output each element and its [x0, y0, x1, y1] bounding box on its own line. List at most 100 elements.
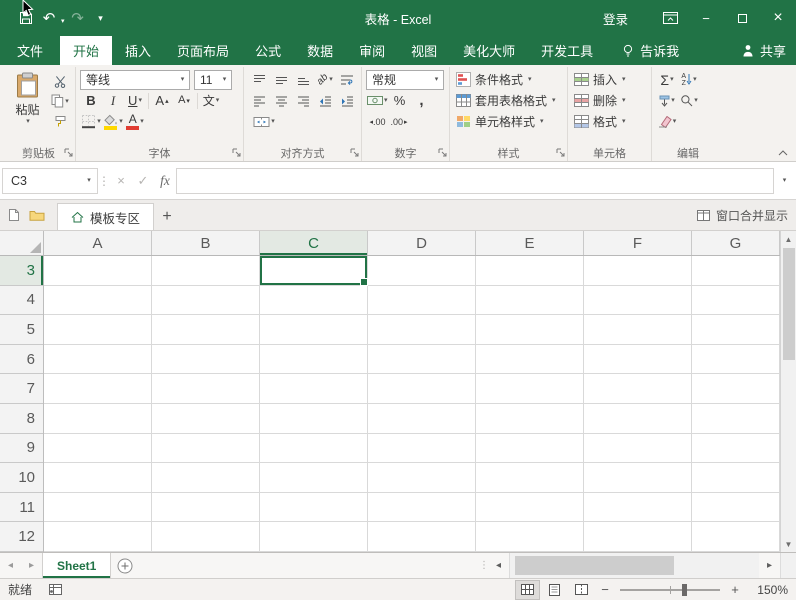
row-header-10[interactable]: 10 [0, 463, 43, 493]
tab-split-handle[interactable]: ⋮ [479, 553, 489, 578]
tab-view[interactable]: 视图 [398, 36, 450, 65]
cell-E10[interactable] [476, 463, 584, 493]
align-top-button[interactable] [249, 70, 269, 90]
cell-A10[interactable] [44, 463, 152, 493]
open-folder-icon[interactable] [29, 209, 45, 221]
name-box[interactable]: C3 ▾ [2, 167, 98, 194]
next-sheet-icon[interactable]: ▸ [21, 553, 42, 578]
tab-file[interactable]: 文件 [0, 36, 60, 65]
scroll-left-icon[interactable]: ◂ [488, 553, 509, 578]
cell-B8[interactable] [152, 404, 260, 434]
zoom-in-button[interactable]: + [726, 582, 744, 597]
cell-B6[interactable] [152, 344, 260, 375]
cell-E11[interactable] [476, 492, 584, 523]
number-format-select[interactable]: 常规 ▾ [366, 69, 444, 90]
cell-F6[interactable] [584, 344, 692, 375]
cell-A5[interactable] [44, 315, 152, 345]
column-header-D[interactable]: D [368, 231, 476, 255]
increase-indent-button[interactable] [337, 91, 357, 111]
italic-button[interactable]: I [103, 91, 123, 111]
fill-color-button[interactable]: ▾ [103, 112, 123, 132]
cell-B9[interactable] [152, 433, 260, 464]
new-sheet-button[interactable] [111, 553, 139, 578]
number-dialog-launcher[interactable] [437, 147, 448, 158]
maximize-button[interactable] [724, 0, 760, 36]
column-header-C[interactable]: C [260, 231, 368, 255]
collapse-ribbon-icon[interactable] [778, 150, 788, 156]
cell-D11[interactable] [368, 492, 476, 523]
ribbon-display-options-icon[interactable] [652, 0, 688, 36]
tab-formulas[interactable]: 公式 [242, 36, 294, 65]
cell-G6[interactable] [692, 344, 780, 375]
row-header-9[interactable]: 9 [0, 434, 43, 464]
customize-quick-access-icon[interactable]: ▾ [91, 6, 111, 30]
row-header-12[interactable]: 12 [0, 522, 43, 552]
tab-home[interactable]: 开始 [60, 36, 113, 65]
row-header-4[interactable]: 4 [0, 286, 43, 316]
tab-page-layout[interactable]: 页面布局 [164, 36, 242, 65]
cell-F4[interactable] [584, 285, 692, 316]
new-document-icon[interactable] [8, 208, 20, 222]
row-header-8[interactable]: 8 [0, 404, 43, 434]
cell-G10[interactable] [692, 463, 780, 493]
bold-button[interactable]: B [81, 91, 101, 111]
row-header-6[interactable]: 6 [0, 345, 43, 375]
merge-center-button[interactable]: ▾ [249, 112, 279, 132]
insert-function-button[interactable]: fx [154, 168, 176, 194]
cell-F7[interactable] [584, 374, 692, 404]
undo-icon[interactable]: ↶ [39, 6, 59, 30]
cell-G4[interactable] [692, 285, 780, 316]
align-middle-button[interactable] [271, 70, 291, 90]
insert-cells-button[interactable]: 插入 ▾ [572, 69, 647, 90]
cell-E8[interactable] [476, 404, 584, 434]
cell-C12[interactable] [260, 522, 368, 552]
zoom-slider[interactable] [620, 583, 720, 596]
cell-D6[interactable] [368, 344, 476, 375]
cell-F3[interactable] [584, 256, 692, 286]
cell-F5[interactable] [584, 315, 692, 345]
comma-format-button[interactable]: , [412, 91, 432, 111]
horizontal-scrollbar[interactable] [509, 553, 759, 578]
scroll-up-icon[interactable]: ▲ [781, 231, 796, 247]
view-normal-button[interactable] [515, 579, 540, 600]
cell-D3[interactable] [368, 256, 476, 286]
cell-G7[interactable] [692, 374, 780, 404]
font-color-button[interactable]: A ▾ [125, 112, 145, 132]
column-header-F[interactable]: F [584, 231, 692, 255]
cell-F8[interactable] [584, 404, 692, 434]
row-header-3[interactable]: 3 [0, 256, 43, 286]
previous-sheet-icon[interactable]: ◂ [0, 553, 21, 578]
cell-B10[interactable] [152, 463, 260, 493]
cell-E12[interactable] [476, 522, 584, 552]
clipboard-dialog-launcher[interactable] [63, 147, 74, 158]
undo-caret-icon[interactable]: ▾ [61, 17, 65, 30]
add-document-tab-button[interactable]: + [154, 203, 180, 230]
cell-D10[interactable] [368, 463, 476, 493]
row-header-7[interactable]: 7 [0, 374, 43, 404]
align-left-button[interactable] [249, 91, 269, 111]
align-right-button[interactable] [293, 91, 313, 111]
decrease-indent-button[interactable] [315, 91, 335, 111]
save-icon[interactable] [16, 6, 36, 30]
cell-F12[interactable] [584, 522, 692, 552]
cell-C5[interactable] [260, 315, 368, 345]
underline-button[interactable]: U ▾ [125, 91, 145, 111]
alignment-dialog-launcher[interactable] [349, 147, 360, 158]
cut-button[interactable] [50, 71, 70, 91]
cell-A3[interactable] [44, 256, 152, 286]
vertical-scrollbar[interactable]: ▲ ▼ [780, 231, 796, 552]
scroll-down-icon[interactable]: ▼ [781, 536, 796, 552]
tab-mhdashi[interactable]: 美化大师 [450, 36, 528, 65]
cell-F11[interactable] [584, 492, 692, 523]
format-as-table-button[interactable]: 套用表格格式 ▾ [454, 90, 563, 111]
cell-E7[interactable] [476, 374, 584, 404]
cell-D12[interactable] [368, 522, 476, 552]
clear-button[interactable]: ▾ [657, 112, 677, 132]
share-button[interactable]: 共享 [742, 36, 786, 65]
zoom-out-button[interactable]: − [596, 582, 614, 597]
cell-C3[interactable] [260, 256, 368, 286]
cell-A4[interactable] [44, 285, 152, 316]
cell-E3[interactable] [476, 256, 584, 286]
cell-B11[interactable] [152, 492, 260, 523]
fill-button[interactable]: ▾ [657, 91, 677, 111]
